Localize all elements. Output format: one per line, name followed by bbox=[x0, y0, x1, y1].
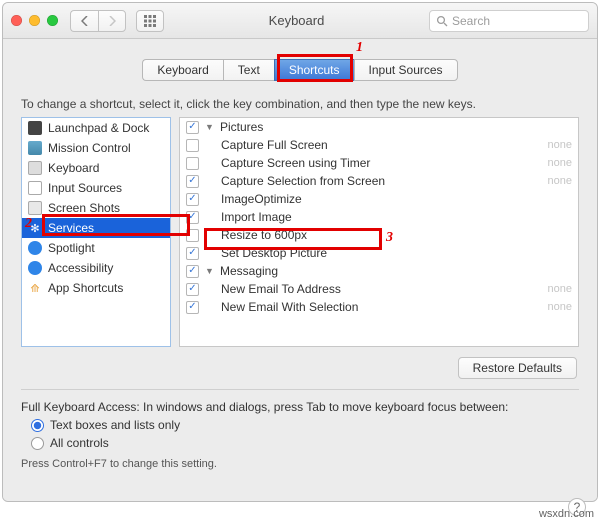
item-new-email-to-address[interactable]: New Email To Addressnone bbox=[180, 280, 578, 298]
search-field[interactable]: Search bbox=[429, 10, 589, 32]
item-capture-selection[interactable]: Capture Selection from Screennone bbox=[180, 172, 578, 190]
category-launchpad[interactable]: Launchpad & Dock bbox=[22, 118, 170, 138]
checkbox[interactable] bbox=[186, 139, 199, 152]
tab-bar: Keyboard Text Shortcuts Input Sources bbox=[21, 59, 579, 81]
window-title: Keyboard bbox=[170, 13, 423, 28]
group-messaging[interactable]: ▼ Messaging bbox=[180, 262, 578, 280]
checkbox[interactable] bbox=[186, 283, 199, 296]
back-button[interactable] bbox=[70, 10, 98, 32]
category-spotlight[interactable]: Spotlight bbox=[22, 238, 170, 258]
preferences-window: Keyboard Search Keyboard Text Shortcuts … bbox=[2, 2, 598, 502]
checkbox[interactable] bbox=[186, 247, 199, 260]
fka-hint: Press Control+F7 to change this setting. bbox=[21, 458, 579, 470]
fka-option-text-boxes[interactable]: Text boxes and lists only bbox=[31, 418, 579, 432]
search-icon bbox=[436, 15, 448, 27]
spotlight-icon bbox=[28, 241, 42, 255]
show-all-button[interactable] bbox=[136, 10, 164, 32]
category-accessibility[interactable]: Accessibility bbox=[22, 258, 170, 278]
radio-button[interactable] bbox=[31, 437, 44, 450]
fka-option-all-controls[interactable]: All controls bbox=[31, 436, 579, 450]
tab-shortcuts[interactable]: Shortcuts bbox=[274, 59, 354, 81]
forward-button[interactable] bbox=[98, 10, 126, 32]
restore-defaults-button[interactable]: Restore Defaults bbox=[458, 357, 577, 379]
category-app-shortcuts[interactable]: ⟰App Shortcuts bbox=[22, 278, 170, 298]
nav-buttons bbox=[70, 10, 126, 32]
shortcut-panes: Launchpad & Dock Mission Control Keyboar… bbox=[21, 117, 579, 347]
disclosure-triangle-icon[interactable]: ▼ bbox=[205, 122, 214, 132]
category-services[interactable]: ✻Services bbox=[22, 218, 170, 238]
tab-keyboard[interactable]: Keyboard bbox=[142, 59, 222, 81]
watermark: wsxdn.com bbox=[539, 508, 594, 520]
category-screenshots[interactable]: Screen Shots bbox=[22, 198, 170, 218]
item-import-image[interactable]: Import Image bbox=[180, 208, 578, 226]
restore-defaults-area: Restore Defaults bbox=[458, 357, 577, 379]
accessibility-icon bbox=[28, 261, 42, 275]
tab-text[interactable]: Text bbox=[223, 59, 274, 81]
content-area: Keyboard Text Shortcuts Input Sources To… bbox=[3, 39, 597, 501]
item-new-email-with-selection[interactable]: New Email With Selectionnone bbox=[180, 298, 578, 316]
checkbox[interactable] bbox=[186, 193, 199, 206]
shortcut-list[interactable]: ▼ Pictures Capture Full Screennone Captu… bbox=[179, 117, 579, 347]
checkbox[interactable] bbox=[186, 157, 199, 170]
full-keyboard-access-heading: Full Keyboard Access: In windows and dia… bbox=[21, 400, 579, 414]
app-shortcuts-icon: ⟰ bbox=[28, 281, 42, 295]
annotation-label-3: 3 bbox=[386, 230, 393, 246]
instruction-text: To change a shortcut, select it, click t… bbox=[21, 97, 579, 111]
radio-button[interactable] bbox=[31, 419, 44, 432]
group-pictures[interactable]: ▼ Pictures bbox=[180, 118, 578, 136]
checkbox[interactable] bbox=[186, 175, 199, 188]
tab-input-sources[interactable]: Input Sources bbox=[354, 59, 458, 81]
checkbox[interactable] bbox=[186, 121, 199, 134]
launchpad-icon bbox=[28, 121, 42, 135]
close-window-button[interactable] bbox=[11, 15, 22, 26]
annotation-label-1: 1 bbox=[356, 40, 363, 56]
item-capture-timer[interactable]: Capture Screen using Timernone bbox=[180, 154, 578, 172]
item-resize-600px[interactable]: Resize to 600px bbox=[180, 226, 578, 244]
category-input-sources[interactable]: Input Sources bbox=[22, 178, 170, 198]
search-placeholder: Search bbox=[452, 14, 490, 28]
divider bbox=[21, 389, 579, 390]
titlebar: Keyboard Search bbox=[3, 3, 597, 39]
checkbox[interactable] bbox=[186, 301, 199, 314]
input-sources-icon bbox=[28, 181, 42, 195]
screenshots-icon bbox=[28, 201, 42, 215]
window-controls bbox=[11, 15, 58, 26]
item-imageoptimize[interactable]: ImageOptimize bbox=[180, 190, 578, 208]
annotation-label-2: 2 bbox=[25, 216, 32, 232]
keyboard-icon bbox=[28, 161, 42, 175]
disclosure-triangle-icon[interactable]: ▼ bbox=[205, 266, 214, 276]
category-keyboard[interactable]: Keyboard bbox=[22, 158, 170, 178]
category-mission-control[interactable]: Mission Control bbox=[22, 138, 170, 158]
item-set-desktop-picture[interactable]: Set Desktop Picture bbox=[180, 244, 578, 262]
category-list[interactable]: Launchpad & Dock Mission Control Keyboar… bbox=[21, 117, 171, 347]
checkbox[interactable] bbox=[186, 265, 199, 278]
checkbox[interactable] bbox=[186, 211, 199, 224]
item-capture-full-screen[interactable]: Capture Full Screennone bbox=[180, 136, 578, 154]
checkbox[interactable] bbox=[186, 229, 199, 242]
minimize-window-button[interactable] bbox=[29, 15, 40, 26]
mission-control-icon bbox=[28, 141, 42, 155]
zoom-window-button[interactable] bbox=[47, 15, 58, 26]
